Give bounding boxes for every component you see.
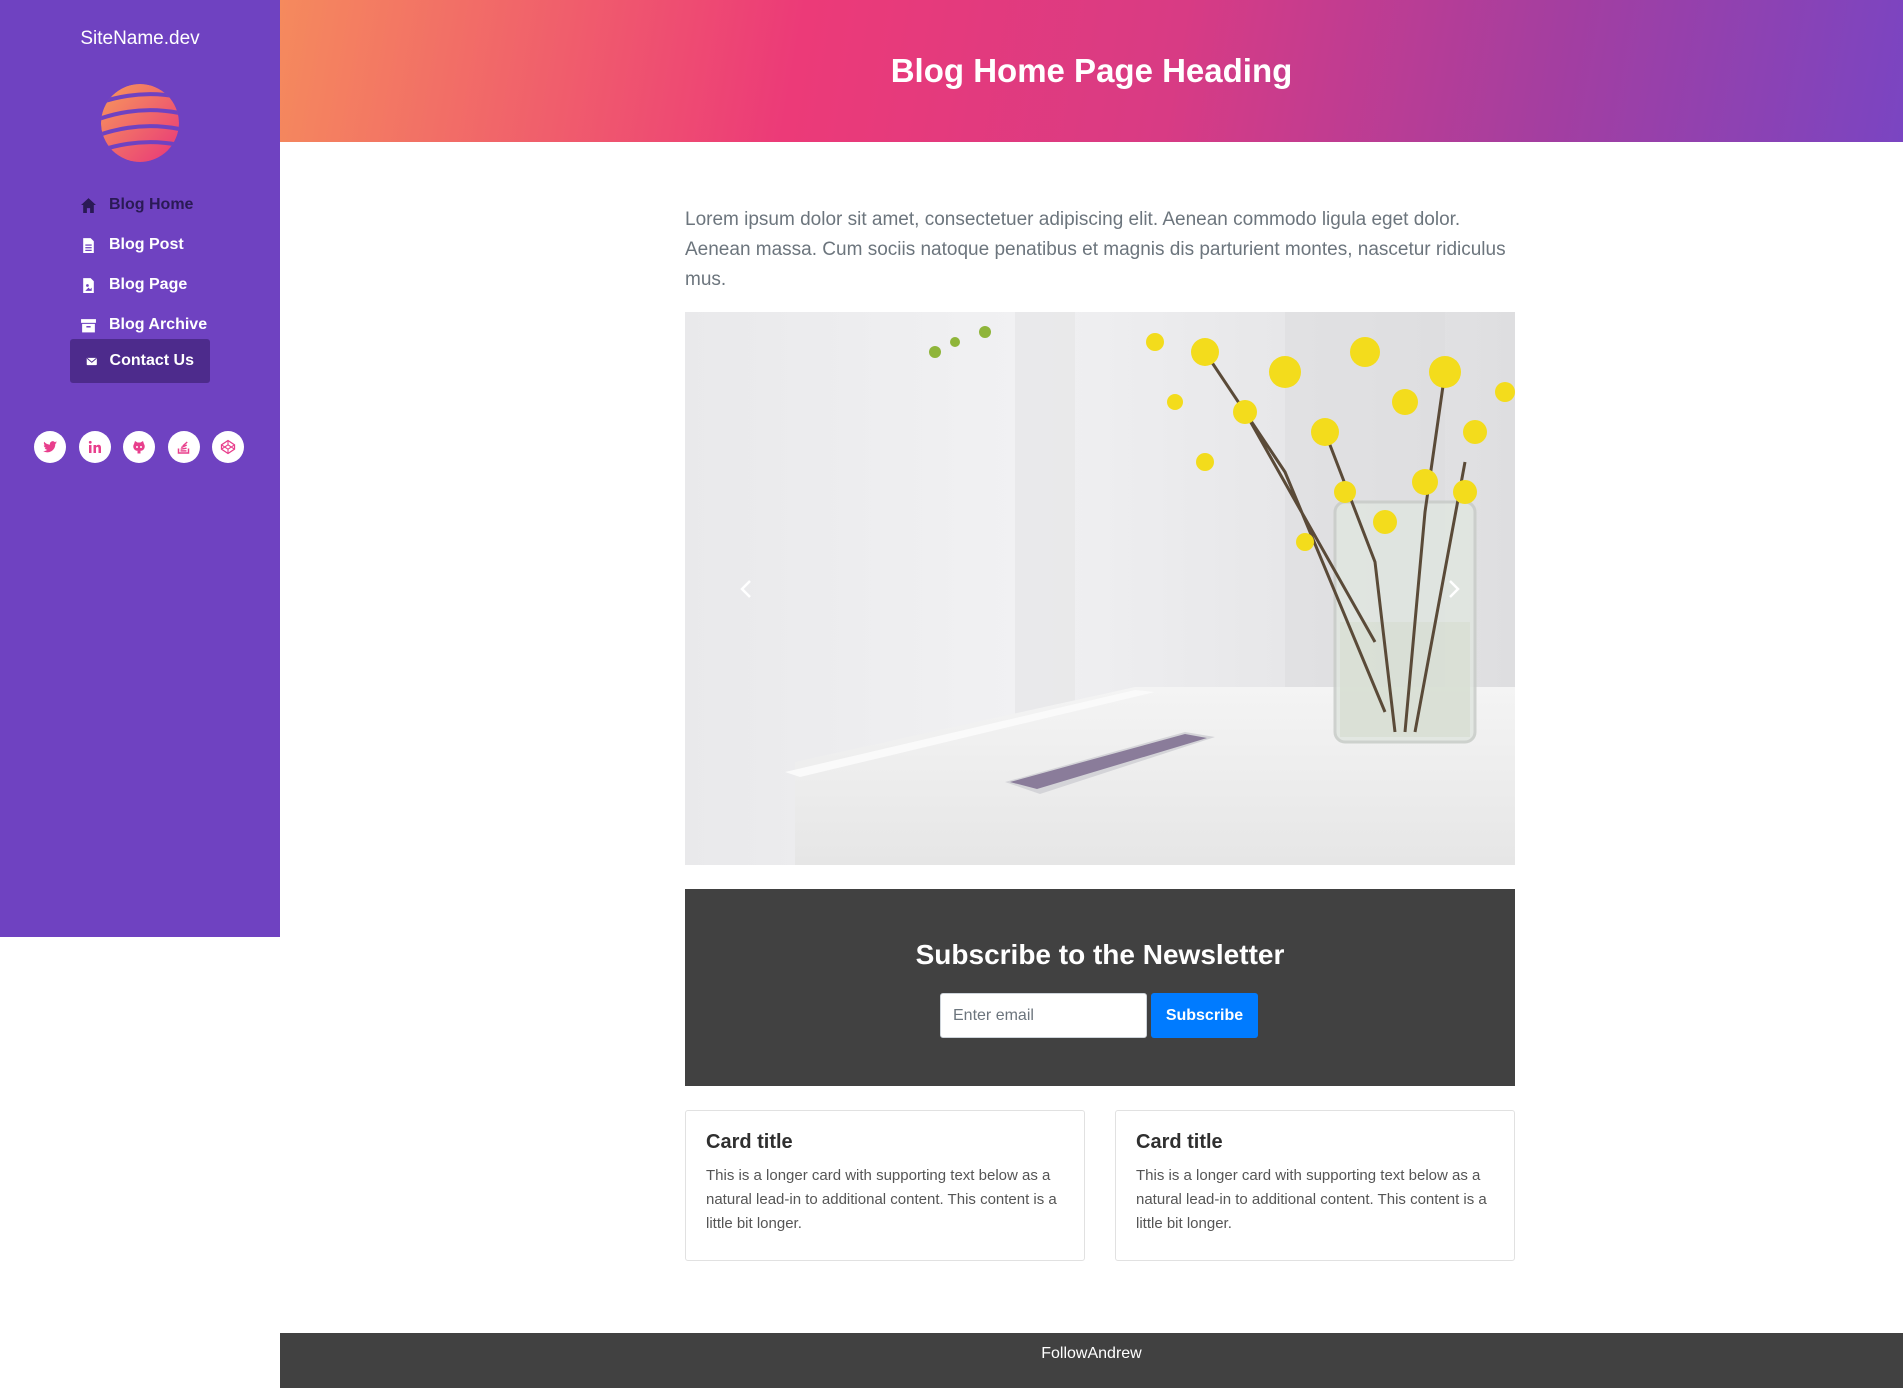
email-input[interactable] [940, 993, 1147, 1038]
github-link[interactable] [123, 431, 155, 463]
carousel-next-button[interactable] [1439, 574, 1469, 604]
envelope-icon [86, 357, 97, 365]
card: Card title This is a longer card with su… [1115, 1110, 1515, 1261]
social-links [34, 431, 244, 463]
sidebar-item-contact-us[interactable]: Contact Us [70, 339, 210, 383]
page-footer: FollowAndrew [280, 1333, 1903, 1388]
sidebar-item-label: Contact Us [109, 352, 194, 369]
github-icon [133, 441, 145, 454]
carousel-prev-button[interactable] [731, 574, 761, 604]
card-title: Card title [706, 1131, 793, 1153]
stackoverflow-link[interactable] [167, 431, 200, 463]
sidebar-item-label: Blog Post [109, 236, 184, 253]
linkedin-link[interactable] [78, 431, 111, 463]
sidebar-item-blog-post[interactable]: Blog Post [70, 223, 194, 267]
sidebar-item-blog-home[interactable]: Blog Home [70, 183, 203, 227]
home-icon [81, 197, 96, 213]
file-icon [83, 237, 94, 253]
card-text: This is a longer card with supporting te… [1136, 1167, 1487, 1232]
card-text: This is a longer card with supporting te… [706, 1167, 1057, 1232]
sidebar-item-blog-page[interactable]: Blog Page [70, 263, 197, 307]
sidebar-item-label: Blog Archive [109, 316, 208, 333]
chevron-right-icon [1449, 580, 1460, 598]
newsletter-title: Subscribe to the Newsletter [915, 939, 1285, 970]
site-name-link[interactable]: SiteName.dev [0, 28, 280, 50]
codepen-link[interactable] [212, 431, 244, 463]
card-title: Card title [1136, 1131, 1223, 1153]
page-header: Blog Home Page Heading [280, 0, 1903, 142]
subscribe-button[interactable]: Subscribe [1151, 993, 1258, 1038]
card: Card title This is a longer card with su… [685, 1110, 1085, 1261]
sidebar-item-label: Blog Page [109, 276, 188, 293]
linkedin-icon [88, 440, 101, 453]
image-carousel [685, 312, 1515, 865]
newsletter-section: Subscribe to the Newsletter [685, 889, 1515, 1086]
sidebar-item-label: Blog Home [109, 196, 194, 213]
stackoverflow-icon [177, 441, 189, 454]
codepen-icon [220, 439, 236, 455]
chevron-left-icon [740, 580, 751, 598]
site-logo-icon[interactable] [101, 84, 179, 162]
carousel-image [685, 312, 1515, 865]
sidebar: SiteName.dev Blog Home Blog Post Blog Pa… [0, 0, 280, 937]
page-title: Blog Home Page Heading [890, 52, 1293, 89]
file-image-icon [83, 277, 94, 293]
twitter-icon [43, 441, 57, 453]
twitter-link[interactable] [34, 431, 66, 463]
archive-icon [81, 318, 96, 332]
intro-paragraph: Lorem ipsum dolor sit amet, consectetuer… [685, 209, 1506, 290]
footer-text: FollowAndrew [1041, 1345, 1142, 1362]
